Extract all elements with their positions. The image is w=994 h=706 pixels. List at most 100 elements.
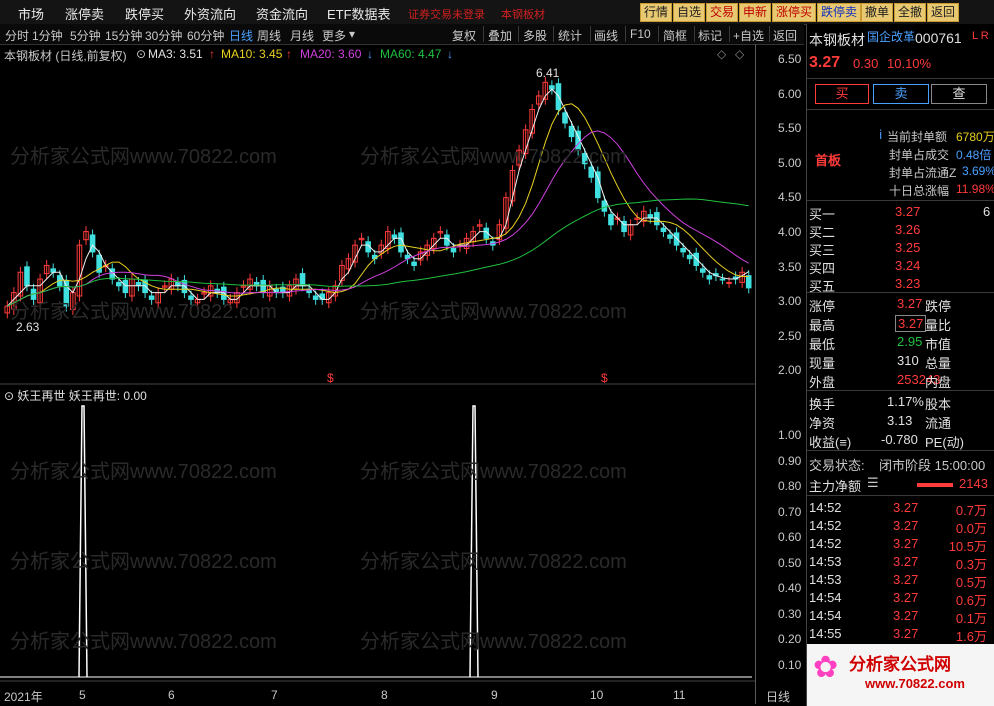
btn-back[interactable]: 返回 bbox=[927, 3, 960, 22]
divider bbox=[807, 78, 994, 79]
settings-icon[interactable]: ⊙ bbox=[4, 389, 14, 403]
sell-button[interactable]: 卖 bbox=[873, 84, 929, 104]
tool-stats[interactable]: 统计 bbox=[558, 27, 582, 44]
price-tick: 6.00 bbox=[778, 86, 802, 101]
buy-button[interactable]: 买 bbox=[815, 84, 869, 104]
period-more[interactable]: 更多 bbox=[322, 27, 346, 44]
stat-value: 310 bbox=[897, 353, 919, 368]
period-1min[interactable]: 1分钟 bbox=[32, 27, 63, 44]
tool-back[interactable]: 返回 bbox=[773, 27, 797, 44]
indicator-tick: 0.50 bbox=[778, 555, 802, 570]
period-daily[interactable]: 日线 bbox=[229, 27, 253, 44]
period-5min[interactable]: 5分钟 bbox=[70, 27, 101, 44]
period-weekly[interactable]: 周线 bbox=[257, 27, 281, 44]
signal-mark: $ bbox=[327, 371, 334, 385]
menu-fund-flow[interactable]: 资金流向 bbox=[256, 4, 308, 23]
menu-foreign-flow[interactable]: 外资流向 bbox=[184, 4, 236, 23]
btn-quotes[interactable]: 行情 bbox=[640, 3, 673, 22]
period-monthly[interactable]: 月线 bbox=[290, 27, 314, 44]
tick-volume: 0.6万 bbox=[955, 593, 987, 608]
stat-label: 市值 bbox=[925, 337, 952, 352]
btn-watchlist[interactable]: 自选 bbox=[673, 3, 706, 22]
fund-value: 3.13 bbox=[887, 413, 913, 428]
tick-volume: 0.7万 bbox=[955, 503, 987, 518]
tool-draw[interactable]: 画线 bbox=[594, 27, 618, 44]
candle-body bbox=[699, 268, 706, 273]
divider bbox=[658, 26, 659, 42]
watermark: 分析家公式网www.70822.com bbox=[360, 146, 627, 168]
fund-value: -0.780 bbox=[881, 432, 918, 447]
tick-price: 3.27 bbox=[893, 572, 919, 587]
btn-trade[interactable]: 交易 bbox=[706, 3, 739, 22]
trade-status-label: 交易状态: bbox=[809, 458, 865, 473]
arrow-down-icon: ↓ bbox=[367, 47, 373, 61]
candle-body bbox=[562, 112, 568, 124]
date-label-sep: 9 bbox=[491, 688, 498, 702]
period-intraday[interactable]: 分时 bbox=[5, 27, 29, 44]
right-edge-label[interactable]: 日线 bbox=[766, 688, 790, 705]
signal-mark: $ bbox=[601, 371, 608, 385]
price-tick: 5.50 bbox=[778, 121, 802, 136]
date-label-aug: 8 bbox=[381, 688, 388, 702]
query-button[interactable]: 查 bbox=[931, 84, 987, 104]
date-label-oct: 10 bbox=[590, 688, 604, 702]
price-tick: 5.00 bbox=[778, 155, 802, 170]
seal-value: 3.69% bbox=[962, 164, 994, 178]
btn-cancel-order[interactable]: 撤单 bbox=[861, 3, 894, 22]
watermark: 分析家公式网www.70822.com bbox=[10, 301, 277, 323]
tool-add-watchlist[interactable]: +自选 bbox=[733, 27, 764, 44]
net-bar bbox=[917, 483, 953, 487]
menu-limit-down-buy[interactable]: 跌停买 bbox=[125, 4, 164, 23]
high-annotation: 6.41 bbox=[536, 66, 560, 80]
stat-value: 3.27 bbox=[895, 315, 927, 332]
tick-price: 3.27 bbox=[893, 536, 919, 551]
bid-price: 3.25 bbox=[895, 240, 921, 255]
watermark: 分析家公式网www.70822.com bbox=[10, 631, 277, 653]
divider bbox=[625, 26, 626, 42]
tool-adjust[interactable]: 复权 bbox=[452, 27, 476, 44]
tool-simple-frame[interactable]: 简框 bbox=[663, 27, 687, 44]
btn-limit-down-sell[interactable]: 跌停卖 bbox=[817, 3, 862, 22]
list-icon[interactable]: ☰ bbox=[867, 475, 879, 491]
stat-label: 外盘 bbox=[809, 375, 836, 390]
stat-value: 2.95 bbox=[897, 334, 923, 349]
btn-cancel-all[interactable]: 全撤 bbox=[894, 3, 927, 22]
tool-f10[interactable]: F10 bbox=[630, 27, 651, 41]
candle-body bbox=[608, 214, 614, 226]
candle-body bbox=[122, 279, 129, 294]
candle-body bbox=[745, 275, 752, 289]
bid-label: 买四 bbox=[809, 261, 836, 276]
period-30min[interactable]: 30分钟 bbox=[145, 27, 182, 44]
arrow-down-icon: ↓ bbox=[447, 47, 453, 61]
tool-mark[interactable]: 标记 bbox=[698, 27, 722, 44]
indicator-value: 妖王再世: 0.00 bbox=[68, 389, 147, 403]
divider bbox=[807, 390, 994, 391]
login-notice[interactable]: 证券交易未登录 bbox=[408, 6, 485, 22]
watermark: 分析家公式网www.70822.com bbox=[360, 551, 627, 573]
period-60min[interactable]: 60分钟 bbox=[187, 27, 224, 44]
chevron-down-icon[interactable]: ▾ bbox=[349, 27, 355, 41]
watermark: 分析家公式网www.70822.com bbox=[10, 551, 277, 573]
indicator-tick: 0.20 bbox=[778, 632, 802, 646]
candle-body bbox=[50, 268, 57, 273]
watermark: 分析家公式网www.70822.com bbox=[360, 631, 627, 653]
settings-icon[interactable]: ⊙ bbox=[136, 47, 146, 61]
btn-limit-up-buy[interactable]: 涨停买 bbox=[772, 3, 817, 22]
price-tick: 4.00 bbox=[778, 225, 802, 239]
diamond-icon[interactable]: ◇ bbox=[735, 47, 744, 61]
tool-multi-stock[interactable]: 多股 bbox=[523, 27, 547, 44]
menu-etf-table[interactable]: ETF数据表 bbox=[327, 4, 391, 23]
diamond-icon[interactable]: ◇ bbox=[717, 47, 726, 61]
tool-overlay[interactable]: 叠加 bbox=[488, 27, 512, 44]
tick-volume: 0.0万 bbox=[955, 521, 987, 536]
stock-tag[interactable]: 国企改革 bbox=[867, 28, 915, 45]
period-15min[interactable]: 15分钟 bbox=[105, 27, 142, 44]
menu-market[interactable]: 市场 bbox=[18, 4, 44, 23]
trade-status: 闭市阶段 15:00:00 bbox=[879, 458, 986, 473]
candle-body bbox=[660, 227, 667, 233]
menu-limit-up-sell[interactable]: 涨停卖 bbox=[65, 4, 104, 23]
stock-flags: L R bbox=[972, 30, 989, 42]
fund-label: PE(动) bbox=[925, 435, 965, 450]
stock-code: 000761 bbox=[915, 30, 962, 46]
btn-ipo[interactable]: 申新 bbox=[739, 3, 772, 22]
